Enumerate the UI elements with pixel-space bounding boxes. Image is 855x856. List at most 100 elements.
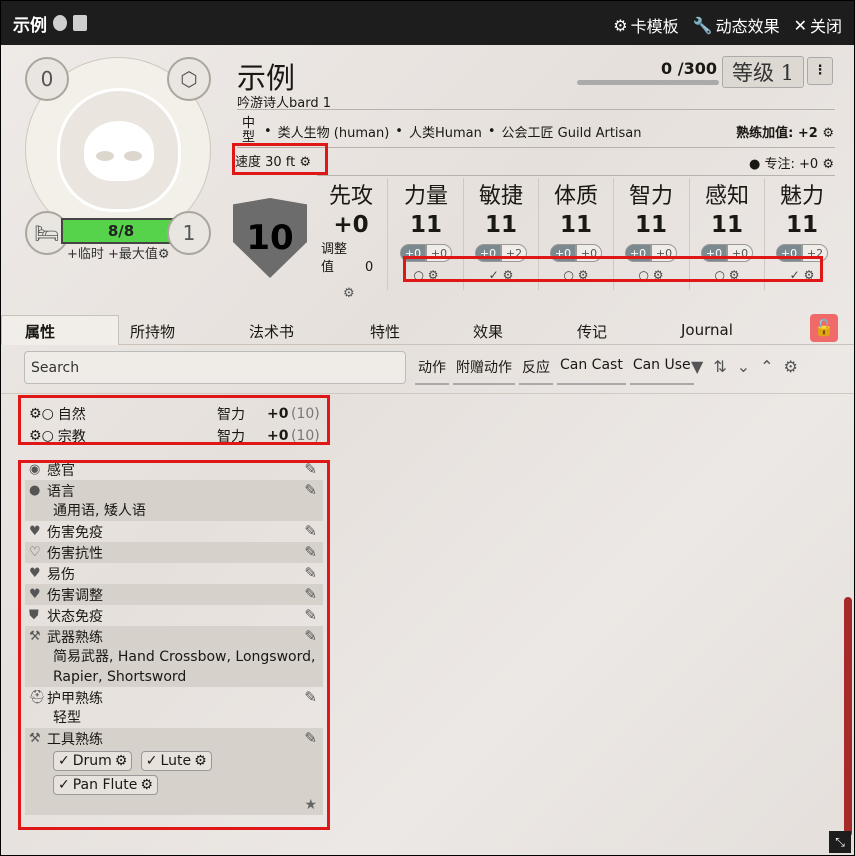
expand-icon[interactable]: ⌃ <box>760 357 773 376</box>
ability-con[interactable]: 体质 11 +0 +0 ○ ⚙ <box>541 178 611 284</box>
document-icon[interactable] <box>73 15 87 31</box>
skill-row[interactable]: ⚙ ○ 自然 智力 +0 (10) <box>29 403 323 425</box>
heart-gear-icon: ♥ <box>29 587 41 602</box>
tab-inventory[interactable]: 所持物 <box>130 321 175 342</box>
more-menu-icon[interactable]: ⋮ <box>807 57 833 85</box>
filter-reaction[interactable]: 反应 <box>519 355 553 385</box>
resize-handle-icon[interactable]: ⤡ <box>829 831 851 853</box>
gear-icon[interactable]: ⚙ <box>29 406 42 422</box>
edit-icon[interactable]: ✎ <box>304 627 317 645</box>
trait-tool-proficiency[interactable]: ⚒ 工具熟练 ✎ ✓ Drum ⚙ ✓ Lute ⚙ ✓ Pan Flute ⚙ … <box>25 728 323 815</box>
edit-icon[interactable]: ✎ <box>304 688 317 706</box>
skill-row[interactable]: ⚙ ○ 宗教 智力 +0 (10) <box>29 425 323 447</box>
tab-biography[interactable]: 传记 <box>577 321 607 342</box>
effects-button[interactable]: 🔧 动态效果 <box>693 13 780 37</box>
trait-senses[interactable]: ◉ 感官 ✎ <box>25 459 323 480</box>
gear-icon: ⚙ <box>343 286 355 301</box>
scrollbar[interactable] <box>844 399 852 854</box>
sort-icon[interactable]: ⇅ <box>713 357 726 376</box>
collapse-icon[interactable]: ⌄ <box>737 357 750 376</box>
hp-bar[interactable]: 8/8 <box>61 218 181 244</box>
edit-icon[interactable]: ✎ <box>304 543 317 561</box>
edit-icon[interactable]: ✎ <box>304 522 317 540</box>
helmet-icon: ⛑ <box>29 690 46 705</box>
sheet-template-button[interactable]: ⚙ 卡模板 <box>613 13 678 37</box>
gear-icon: ⚙ <box>114 753 128 769</box>
gear-icon: ⚙ <box>652 268 664 282</box>
heart-icon: ♥ <box>29 524 41 539</box>
inspiration-badge[interactable]: 0 <box>25 57 69 101</box>
tab-attributes[interactable]: 属性 <box>25 321 55 342</box>
trait-damage-modification[interactable]: ♥ 伤害调整 ✎ <box>25 584 323 605</box>
edit-icon[interactable]: ✎ <box>304 729 317 747</box>
trait-damage-immunity[interactable]: ♥ 伤害免疫 ✎ <box>25 521 323 542</box>
xp[interactable]: 0 /300 <box>577 59 719 85</box>
d20-icon[interactable]: ⬡ <box>167 57 211 101</box>
filter-action[interactable]: 动作 <box>415 355 449 385</box>
gear-icon[interactable]: ⚙ <box>29 428 42 444</box>
ability-str[interactable]: 力量 11 +0 +0 ○ ⚙ <box>391 178 461 284</box>
xp-bar <box>577 80 719 85</box>
size[interactable]: 中型 <box>242 117 258 145</box>
gear-icon: ⚙ <box>728 268 740 282</box>
filter-can-cast[interactable]: Can Cast <box>557 355 626 385</box>
filter-can-use[interactable]: Can Use <box>629 355 694 385</box>
star-icon[interactable]: ★ <box>304 797 317 813</box>
speed[interactable]: 速度 30 ft ⚙ <box>235 151 311 170</box>
edit-icon[interactable]: ✎ <box>304 606 317 624</box>
gear-icon[interactable]: ⚙ <box>784 357 798 376</box>
hit-dice-badge[interactable]: 1 <box>167 211 211 255</box>
filter-icons: ▼ ⇅ ⌄ ⌃ ⚙ <box>691 357 798 376</box>
filter-bonus-action[interactable]: 附赠动作 <box>453 355 515 385</box>
ability-wis[interactable]: 感知 11 +0 +0 ○ ⚙ <box>692 178 762 284</box>
ability-int[interactable]: 智力 11 +0 +0 ○ ⚙ <box>616 178 686 284</box>
window-titlebar: 示例 ⚙ 卡模板 🔧 动态效果 ✕ 关闭 <box>1 1 854 45</box>
gear-icon: ⚙ <box>822 157 834 172</box>
character-name[interactable]: 示例 <box>237 55 295 97</box>
gear-icon: ⚙ <box>613 15 628 35</box>
trait-weapon-proficiency[interactable]: ⚒ 武器熟练 ✎ 简易武器, Hand Crossbow, Longsword, Ra… <box>25 626 323 687</box>
level-button[interactable]: 等级 1 <box>722 56 804 88</box>
tool-lute[interactable]: ✓ Lute ⚙ <box>140 751 212 771</box>
gear-icon[interactable]: ⚙ <box>822 126 834 141</box>
heart-outline-icon: ♡ <box>29 545 41 560</box>
unlock-icon[interactable]: 🔓 <box>810 314 838 342</box>
trait-damage-resistance[interactable]: ♡ 伤害抗性 ✎ <box>25 542 323 563</box>
tool-drum[interactable]: ✓ Drum ⚙ <box>53 751 133 771</box>
proficiency-bonus: 熟练加值: +2 ⚙ <box>736 126 834 141</box>
edit-icon[interactable]: ✎ <box>304 585 317 603</box>
globe-icon[interactable] <box>53 15 67 31</box>
eye-icon: ◉ <box>29 462 41 477</box>
initiative[interactable]: 先攻 +0 <box>319 178 383 238</box>
tab-features[interactable]: 特性 <box>370 321 400 342</box>
close-button[interactable]: ✕ 关闭 <box>794 13 842 37</box>
trait-vulnerability[interactable]: ♥ 易伤 ✎ <box>25 563 323 584</box>
traits-panel: ◉ 感官 ✎ ● 语言 ✎ 通用语, 矮人语 ♥ 伤害免疫 ✎ ♡ 伤害抗性 ✎ ♥ 易伤 ✎ ♥ 伤害… <box>25 459 323 815</box>
initiative-adjust[interactable]: 调整值 0 ⚙ <box>321 241 373 301</box>
ability-dex[interactable]: 敏捷 11 +0 +2 ✓ ⚙ <box>466 178 536 284</box>
hp-extra[interactable]: +临时 +最大值⚙ <box>67 243 170 262</box>
broken-heart-icon: ♥ <box>29 566 41 581</box>
sheet-body: 0 ⬡ 🛏 8/8 1 +临时 +最大值⚙ 示例 吟游诗人bard 1 0 /3… <box>1 45 854 855</box>
filter-icon[interactable]: ▼ <box>691 357 703 376</box>
edit-icon[interactable]: ✎ <box>304 564 317 582</box>
trait-armor-proficiency[interactable]: ⛑护甲熟练✎0 /300轻型 <box>25 687 323 728</box>
armor-class-shield[interactable]: 10 <box>233 198 307 278</box>
edit-icon[interactable]: ✎ <box>304 481 317 499</box>
tab-effects[interactable]: 效果 <box>473 321 503 342</box>
tool-pan-flute[interactable]: ✓ Pan Flute ⚙ <box>53 775 158 795</box>
speech-icon: ● <box>29 483 41 498</box>
gear-icon: ⚙ <box>157 247 170 262</box>
search-input[interactable]: Search <box>24 351 406 384</box>
character-sheet-window: 示例 ⚙ 卡模板 🔧 动态效果 ✕ 关闭 0 ⬡ 🛏 8/8 1 +临时 +最大值⚙ … <box>0 0 855 856</box>
filter-bar: 动作 附赠动作 反应 Can Cast Can Use <box>415 355 694 385</box>
gear-icon: ⚙ <box>194 753 207 769</box>
edit-icon[interactable]: ✎ <box>304 460 317 478</box>
tab-spellbook[interactable]: 法术书 <box>249 321 294 342</box>
close-icon: ✕ <box>793 15 807 35</box>
tab-journal[interactable]: Journal <box>681 321 733 339</box>
trait-condition-immunity[interactable]: ⛊ 状态免疫 ✎ <box>25 605 323 626</box>
trait-languages[interactable]: ● 语言 ✎ 通用语, 矮人语 <box>25 480 323 521</box>
ability-cha[interactable]: 魅力 11 +0 +2 ✓ ⚙ <box>767 178 837 284</box>
concentration[interactable]: ● 专注: +0 ⚙ <box>749 153 834 172</box>
